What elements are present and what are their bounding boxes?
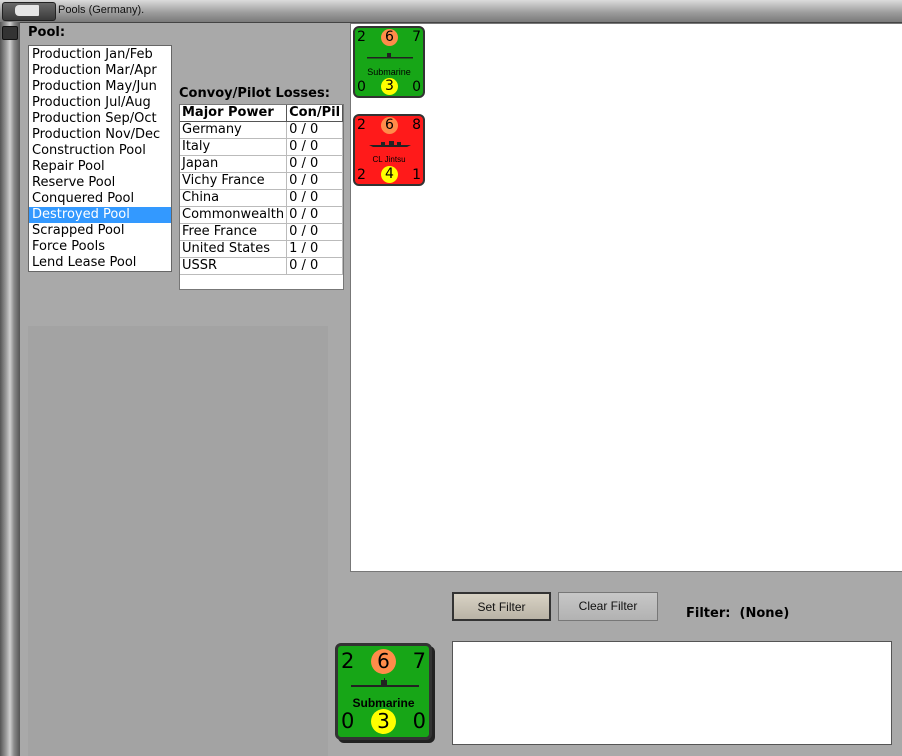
pool-item-force-pools[interactable]: Force Pools xyxy=(29,239,171,255)
window-title: Pools (Germany). xyxy=(58,4,145,16)
counter-range: 7 xyxy=(412,649,426,673)
table-row[interactable]: Commonwealth 0 / 0 xyxy=(180,206,343,224)
major-power-cell: Germany xyxy=(180,121,288,139)
left-frame xyxy=(0,22,20,756)
pool-item-reserve-pool[interactable]: Reserve Pool xyxy=(29,175,171,191)
pool-item-scrapped-pool[interactable]: Scrapped Pool xyxy=(29,223,171,239)
con-pil-cell: 0 / 0 xyxy=(286,257,343,275)
pool-item-production-nov-dec[interactable]: Production Nov/Dec xyxy=(29,127,171,143)
submarine-icon xyxy=(367,53,413,59)
pool-list[interactable]: Production Jan/Feb Production Mar/Apr Prod… xyxy=(28,45,172,272)
cruiser-icon xyxy=(369,141,411,147)
pool-item-production-jan-feb[interactable]: Production Jan/Feb xyxy=(29,47,171,63)
clear-filter-button[interactable]: Clear Filter xyxy=(558,592,658,621)
pool-item-construction-pool[interactable]: Construction Pool xyxy=(29,143,171,159)
table-row[interactable]: Vichy France 0 / 0 xyxy=(180,172,343,190)
major-power-cell: Vichy France xyxy=(180,172,288,190)
counter-aa: 0 xyxy=(341,709,355,733)
counter-movement: 3 xyxy=(371,709,396,734)
con-pil-cell: 0 / 0 xyxy=(286,121,343,139)
table-row[interactable]: Free France 0 / 0 xyxy=(180,223,343,241)
unit-detail-panel xyxy=(28,326,328,756)
con-pil-cell: 0 / 0 xyxy=(286,189,343,207)
major-power-cell: Commonwealth xyxy=(180,206,288,224)
unit-counter-submarine[interactable]: 2 6 7 Submarine 0 3 0 xyxy=(353,26,425,98)
unit-info-box xyxy=(452,641,892,745)
con-pil-cell: 0 / 0 xyxy=(286,172,343,190)
unit-counter-cl-jintsu[interactable]: 2 6 8 CL Jintsu 2 4 1 xyxy=(353,114,425,186)
major-power-cell: USSR xyxy=(180,257,288,275)
table-row[interactable]: Germany 0 / 0 xyxy=(180,121,343,139)
pool-item-production-sep-oct[interactable]: Production Sep/Oct xyxy=(29,111,171,127)
counter-defense: 6 xyxy=(381,29,398,46)
convoy-losses-table[interactable]: Major Power Con/Pil Germany 0 / 0 Italy 0 /… xyxy=(179,104,344,290)
pool-units-area[interactable]: 2 6 7 Submarine 0 3 0 2 6 8 CL Jintsu 2 4 1 xyxy=(350,23,902,572)
filter-label: Filter: xyxy=(686,606,731,621)
pool-item-conquered-pool[interactable]: Conquered Pool xyxy=(29,191,171,207)
pool-label: Pool: xyxy=(28,25,66,40)
counter-movement: 4 xyxy=(381,166,398,183)
counter-defense: 6 xyxy=(381,117,398,134)
convoy-losses-label: Convoy/Pilot Losses: xyxy=(179,86,330,101)
table-row[interactable]: Japan 0 / 0 xyxy=(180,155,343,173)
table-row[interactable]: United States 1 / 0 xyxy=(180,240,343,258)
con-pil-cell: 1 / 0 xyxy=(286,240,343,258)
major-power-cell: Italy xyxy=(180,138,288,156)
counter-unit-name: Submarine xyxy=(352,696,415,710)
counter-unit-name: CL Jintsu xyxy=(372,155,406,164)
filter-status: Filter: (None) xyxy=(686,606,789,621)
title-bar: Pools (Germany). xyxy=(0,0,902,23)
pool-item-production-mar-apr[interactable]: Production Mar/Apr xyxy=(29,63,171,79)
counter-range: 8 xyxy=(412,117,421,133)
pool-item-production-jul-aug[interactable]: Production Jul/Aug xyxy=(29,95,171,111)
counter-cost: 1 xyxy=(412,167,421,183)
con-pil-cell: 0 / 0 xyxy=(286,206,343,224)
column-header-major-power[interactable]: Major Power xyxy=(180,105,288,122)
pool-item-destroyed-pool[interactable]: Destroyed Pool xyxy=(29,207,171,223)
major-power-cell: United States xyxy=(180,240,288,258)
major-power-cell: China xyxy=(180,189,288,207)
selected-unit-counter[interactable]: 2 6 7 Submarine 0 3 0 xyxy=(335,643,432,740)
con-pil-cell: 0 / 0 xyxy=(286,138,343,156)
table-row[interactable]: USSR 0 / 0 xyxy=(180,257,343,275)
counter-cost: 0 xyxy=(412,709,426,733)
table-row[interactable]: China 0 / 0 xyxy=(180,189,343,207)
pool-item-lend-lease-pool[interactable]: Lend Lease Pool xyxy=(29,255,171,271)
pool-item-repair-pool[interactable]: Repair Pool xyxy=(29,159,171,175)
column-header-con-pil[interactable]: Con/Pil xyxy=(286,105,343,122)
counter-aa: 0 xyxy=(357,79,366,95)
back-button[interactable] xyxy=(2,2,56,21)
major-power-cell: Japan xyxy=(180,155,288,173)
con-pil-cell: 0 / 0 xyxy=(286,223,343,241)
submarine-icon xyxy=(351,678,419,687)
counter-aa: 2 xyxy=(357,167,366,183)
major-power-cell: Free France xyxy=(180,223,288,241)
counter-cost: 0 xyxy=(412,79,421,95)
counter-defense: 6 xyxy=(371,649,396,674)
counter-attack: 2 xyxy=(357,117,366,133)
table-row[interactable]: Italy 0 / 0 xyxy=(180,138,343,156)
back-arrow-icon xyxy=(15,5,39,16)
counter-attack: 2 xyxy=(341,649,355,673)
frame-knob-icon[interactable] xyxy=(2,26,18,40)
counter-attack: 2 xyxy=(357,29,366,45)
pool-item-production-may-jun[interactable]: Production May/Jun xyxy=(29,79,171,95)
counter-movement: 3 xyxy=(381,78,398,95)
counter-unit-name: Submarine xyxy=(367,67,411,77)
con-pil-cell: 0 / 0 xyxy=(286,155,343,173)
set-filter-button[interactable]: Set Filter xyxy=(452,592,551,621)
filter-value: (None) xyxy=(739,606,790,621)
counter-range: 7 xyxy=(412,29,421,45)
